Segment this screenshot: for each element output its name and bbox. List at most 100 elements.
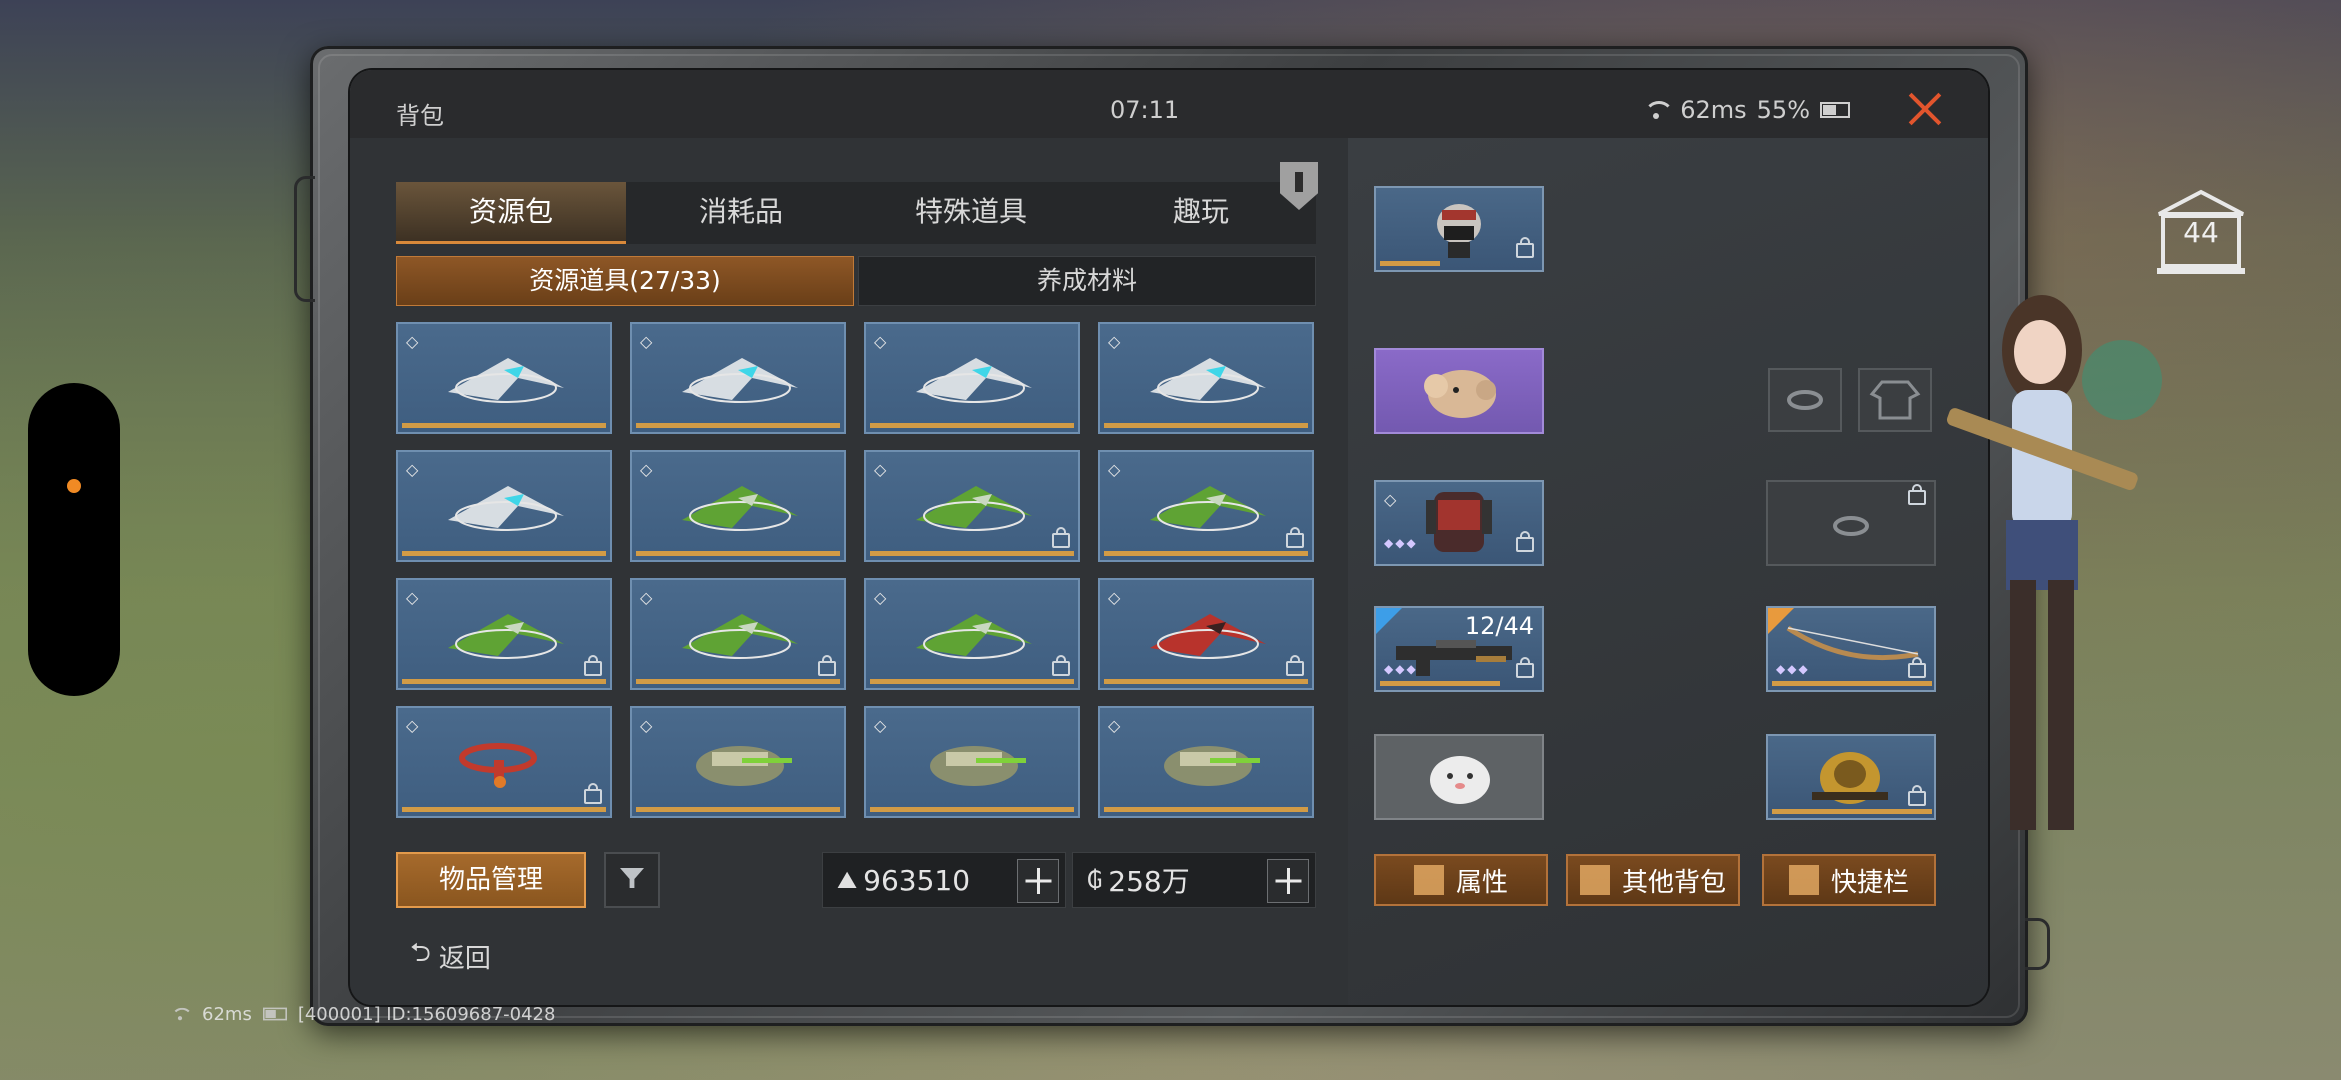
lock-icon — [1286, 527, 1304, 548]
silver-glider-icon — [682, 358, 798, 403]
currency-gem-value: 963510 — [863, 863, 971, 897]
armored-hovercraft-icon — [1164, 746, 1260, 786]
red-ring-glider-icon — [459, 743, 537, 788]
item-grid: ◇ ◇ ◇ ◇ ◇ ◇ ◇ ◇ ◇ ◇ ◇ ◇ ◇ ◇ ◇ ◇ — [396, 322, 1316, 818]
diamond-icon: ◇ — [406, 588, 419, 607]
green-glider-icon — [682, 486, 798, 531]
lock-icon — [1286, 655, 1304, 676]
currency-coin: ₲ 258万 — [1072, 852, 1316, 908]
green-glider-icon — [1150, 486, 1266, 531]
filter-icon[interactable] — [604, 852, 660, 908]
ring-icon — [1787, 390, 1823, 410]
diamond-icon: ◇ — [874, 716, 887, 735]
green-glider-icon — [448, 614, 564, 659]
outfit-slot[interactable] — [1858, 368, 1932, 432]
character-portrait — [1922, 270, 2162, 860]
subtab-resource-items[interactable]: 资源道具(27/33) — [396, 256, 854, 306]
lock-icon — [1908, 657, 1926, 678]
lock-icon — [584, 783, 602, 804]
bow-slot[interactable]: ◆◆◆ — [1766, 606, 1936, 692]
diamond-icon: ◇ — [640, 588, 653, 607]
diamond-icon: ◇ — [1384, 490, 1397, 509]
grid-item[interactable]: ◇ — [1098, 450, 1314, 562]
footer-ping: 62ms — [202, 1003, 252, 1025]
triangle-gem-icon: ⛰ — [837, 866, 858, 894]
lock-icon — [1908, 785, 1926, 806]
grid-item[interactable]: ◇ — [396, 578, 612, 690]
silver-glider-icon — [1150, 358, 1266, 403]
ring-slot[interactable] — [1768, 368, 1842, 432]
accessory-slot[interactable] — [1766, 480, 1936, 566]
grid-item[interactable]: ◇ — [630, 706, 846, 818]
grid-item[interactable]: ◇ — [1098, 578, 1314, 690]
lock-icon — [1516, 237, 1534, 258]
charm-slot[interactable] — [1374, 734, 1544, 820]
diamond-icon: ◇ — [874, 460, 887, 479]
plush-bear-icon — [1424, 370, 1496, 418]
server-id: [400001] ID:15609687-0428 — [297, 1003, 556, 1025]
diamond-icon: ◇ — [406, 716, 419, 735]
grid-item[interactable]: ◇ — [1098, 322, 1314, 434]
subtab-growth-materials[interactable]: 养成材料 — [858, 256, 1316, 306]
durability-bar — [1772, 809, 1932, 814]
grid-item[interactable]: ◇ — [630, 322, 846, 434]
grid-item[interactable]: ◇ — [396, 706, 612, 818]
frame-handle-right — [2025, 918, 2050, 970]
other-bags-label: 其他背包 — [1621, 867, 1726, 898]
lock-icon — [1516, 657, 1534, 678]
durability-bar — [1380, 261, 1440, 266]
side-indicator-dot — [67, 479, 81, 493]
green-glider-icon — [682, 614, 798, 659]
green-glider-icon — [916, 486, 1032, 531]
grid-item[interactable]: ◇ — [1098, 706, 1314, 818]
other-bags-button[interactable]: 其他背包 — [1566, 854, 1740, 906]
grid-item[interactable]: ◇ — [864, 450, 1080, 562]
attributes-label: 属性 — [1455, 867, 1508, 898]
diamond-icon: ◇ — [406, 332, 419, 351]
pet-slot[interactable] — [1374, 348, 1544, 434]
durability-bar — [1772, 681, 1932, 686]
shirt-icon — [1869, 380, 1921, 420]
attribute-icon — [1413, 865, 1444, 895]
add-gem-button[interactable] — [1017, 859, 1059, 903]
item-manage-button[interactable]: 物品管理 — [396, 852, 586, 908]
grid-item[interactable]: ◇ — [396, 450, 612, 562]
red-glider-icon — [1150, 614, 1266, 659]
player-level: 44 — [2183, 216, 2219, 249]
diamond-icon: ◇ — [640, 460, 653, 479]
lock-icon — [1052, 655, 1070, 676]
grid-item[interactable]: ◇ — [864, 706, 1080, 818]
attributes-button[interactable]: 属性 — [1374, 854, 1548, 906]
sub-tabs: 资源道具(27/33) 养成材料 — [396, 256, 1316, 306]
hotbar-button[interactable]: 快捷栏 — [1762, 854, 1936, 906]
grid-item[interactable]: ◇ — [630, 450, 846, 562]
hotbar-label: 快捷栏 — [1830, 867, 1909, 898]
durability-bar — [1380, 681, 1500, 686]
tab-resource-pack[interactable]: 资源包 — [396, 182, 626, 244]
side-control-pill[interactable] — [28, 383, 120, 696]
grid-item[interactable]: ◇ — [630, 578, 846, 690]
armor-slot[interactable]: ◇ ◆◆◆ — [1374, 480, 1544, 566]
grid-item[interactable]: ◇ — [396, 322, 612, 434]
backpack-slot[interactable] — [1766, 734, 1936, 820]
weapon-slot[interactable]: 12/44 ◆◆◆ — [1374, 606, 1544, 692]
back-button[interactable]: ⮌ 返回 — [410, 934, 491, 978]
rarity-diamonds-icon: ◆◆◆ — [1384, 662, 1418, 676]
rarity-diamonds-icon: ◆◆◆ — [1384, 536, 1418, 550]
grid-item[interactable]: ◇ — [864, 322, 1080, 434]
lock-icon — [818, 655, 836, 676]
tab-special-items[interactable]: 特殊道具 — [856, 182, 1086, 244]
helmet-slot[interactable] — [1374, 186, 1544, 272]
armored-hovercraft-icon — [696, 746, 792, 786]
lock-icon — [1052, 527, 1070, 548]
diamond-icon: ◇ — [640, 332, 653, 351]
silver-glider-icon — [448, 486, 564, 531]
hotbar-icon — [1788, 865, 1819, 895]
backpack-icon — [1579, 865, 1610, 895]
add-coin-button[interactable] — [1267, 859, 1309, 903]
battery-icon — [262, 1007, 287, 1021]
diamond-icon: ◇ — [1108, 332, 1121, 351]
tab-consumables[interactable]: 消耗品 — [626, 182, 856, 244]
diamond-icon: ◇ — [1108, 460, 1121, 479]
grid-item[interactable]: ◇ — [864, 578, 1080, 690]
